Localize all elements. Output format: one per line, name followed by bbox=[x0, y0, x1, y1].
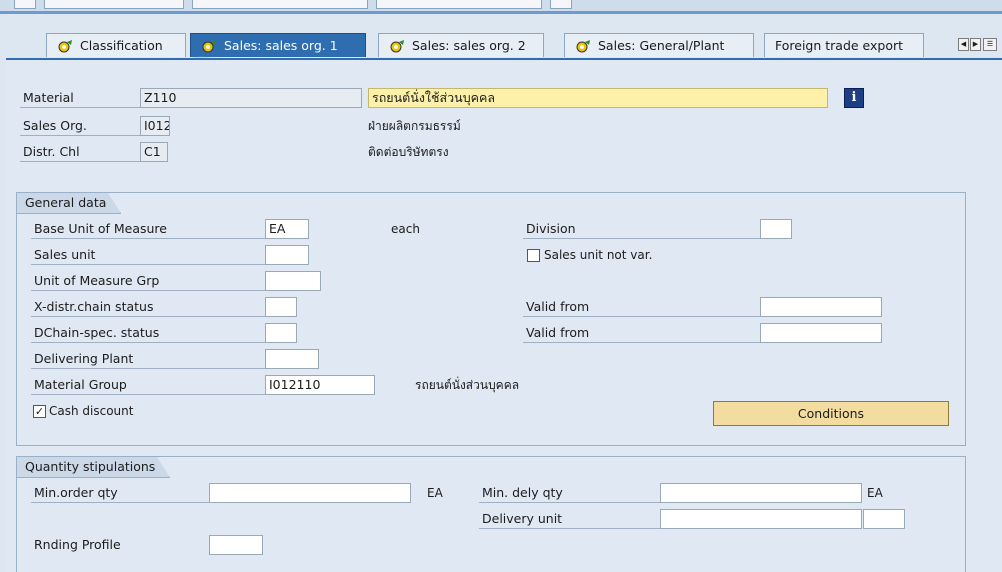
delivery-unit-field[interactable] bbox=[660, 509, 862, 529]
object-icon bbox=[575, 39, 593, 53]
distr-chl-field[interactable]: C1 bbox=[140, 142, 168, 162]
xdistr-status-field[interactable] bbox=[265, 297, 297, 317]
dchain-status-field[interactable] bbox=[265, 323, 297, 343]
general-data-group: General data Base Unit of Measure EA eac… bbox=[16, 192, 966, 446]
sales-org-field[interactable]: I012 bbox=[140, 116, 170, 136]
uom-grp-label: Unit of Measure Grp bbox=[31, 271, 267, 291]
group-title: General data bbox=[16, 192, 121, 214]
delivering-plant-label: Delivering Plant bbox=[31, 349, 267, 369]
tab-label: Classification bbox=[80, 38, 163, 53]
material-label: Material bbox=[20, 88, 144, 108]
tab-classification[interactable]: Classification bbox=[46, 33, 186, 57]
sales-unit-not-var-label: Sales unit not var. bbox=[544, 248, 653, 262]
sales-unit-field[interactable] bbox=[265, 245, 309, 265]
division-label: Division bbox=[523, 219, 761, 239]
min-order-qty-unit: EA bbox=[427, 486, 443, 500]
tab-label: Sales: sales org. 1 bbox=[224, 38, 338, 53]
min-order-qty-label: Min.order qty bbox=[31, 483, 211, 503]
tab-foreign-trade-export[interactable]: Foreign trade export bbox=[764, 33, 924, 57]
conditions-button[interactable]: Conditions bbox=[713, 401, 949, 426]
toolbar-button[interactable] bbox=[44, 0, 184, 9]
tab-sales-general-plant[interactable]: Sales: General/Plant bbox=[564, 33, 754, 57]
tab-label: Foreign trade export bbox=[775, 38, 904, 53]
toolbar-button[interactable] bbox=[192, 0, 368, 9]
cash-discount-label: Cash discount bbox=[49, 404, 134, 418]
base-uom-label: Base Unit of Measure bbox=[31, 219, 267, 239]
toolbar-button[interactable] bbox=[14, 0, 36, 9]
valid-from-field-1[interactable] bbox=[760, 297, 882, 317]
tab-content-sales-org-1: Material Z110 รถยนต์นั่งใช้ส่วนบุคคล i S… bbox=[6, 58, 1002, 572]
valid-from-label-1: Valid from bbox=[523, 297, 761, 317]
tab-scroll-right-icon[interactable]: ▶ bbox=[970, 38, 981, 51]
delivery-unit-label: Delivery unit bbox=[479, 509, 663, 529]
delivering-plant-field[interactable] bbox=[265, 349, 319, 369]
dchain-status-label: DChain-spec. status bbox=[31, 323, 267, 343]
toolbar-strip bbox=[0, 0, 1002, 14]
valid-from-label-2: Valid from bbox=[523, 323, 761, 343]
toolbar-button[interactable] bbox=[550, 0, 572, 9]
division-field[interactable] bbox=[760, 219, 792, 239]
min-dely-qty-unit: EA bbox=[867, 486, 883, 500]
distr-chl-description: ติดต่อบริษัทตรง bbox=[368, 145, 449, 159]
tab-scroll-left-icon[interactable]: ◀ bbox=[958, 38, 969, 51]
tab-list-icon[interactable]: ☰ bbox=[983, 38, 997, 51]
uom-grp-field[interactable] bbox=[265, 271, 321, 291]
base-uom-field[interactable]: EA bbox=[265, 219, 309, 239]
tab-label: Sales: General/Plant bbox=[598, 38, 725, 53]
delivery-unit-uom-field[interactable] bbox=[863, 509, 905, 529]
tab-sales-org-1[interactable]: Sales: sales org. 1 bbox=[190, 33, 366, 57]
object-icon bbox=[201, 39, 219, 53]
material-field[interactable]: Z110 bbox=[140, 88, 362, 108]
tab-label: Sales: sales org. 2 bbox=[412, 38, 526, 53]
min-dely-qty-label: Min. dely qty bbox=[479, 483, 663, 503]
quantity-stipulations-group: Quantity stipulations Min.order qty EA M… bbox=[16, 456, 966, 572]
sales-unit-not-var-checkbox[interactable] bbox=[527, 249, 540, 262]
object-icon bbox=[389, 39, 407, 53]
min-order-qty-field[interactable] bbox=[209, 483, 411, 503]
xdistr-status-label: X-distr.chain status bbox=[31, 297, 267, 317]
rnding-profile-field[interactable] bbox=[209, 535, 263, 555]
material-description-field[interactable]: รถยนต์นั่งใช้ส่วนบุคคล bbox=[368, 88, 828, 108]
min-dely-qty-field[interactable] bbox=[660, 483, 862, 503]
object-icon bbox=[57, 39, 75, 53]
tab-sales-org-2[interactable]: Sales: sales org. 2 bbox=[378, 33, 544, 57]
rnding-profile-label: Rnding Profile bbox=[34, 537, 121, 552]
toolbar-button[interactable] bbox=[376, 0, 542, 9]
info-icon[interactable]: i bbox=[844, 88, 864, 108]
material-group-field[interactable]: I012110 bbox=[265, 375, 375, 395]
group-title: Quantity stipulations bbox=[16, 456, 170, 478]
distr-chl-label: Distr. Chl bbox=[20, 142, 144, 162]
valid-from-field-2[interactable] bbox=[760, 323, 882, 343]
sales-unit-label: Sales unit bbox=[31, 245, 267, 265]
tab-strip: Classification Sales: sales org. 1 Sales… bbox=[0, 30, 1002, 58]
sales-org-label: Sales Org. bbox=[20, 116, 144, 136]
sales-org-description: ฝ่ายผลิตกรมธรรม์ bbox=[368, 119, 461, 133]
material-group-text: รถยนต์นั่งส่วนบุคคล bbox=[415, 378, 520, 392]
base-uom-text: each bbox=[391, 222, 420, 236]
cash-discount-checkbox[interactable]: ✓ bbox=[33, 405, 46, 418]
material-group-label: Material Group bbox=[31, 375, 267, 395]
